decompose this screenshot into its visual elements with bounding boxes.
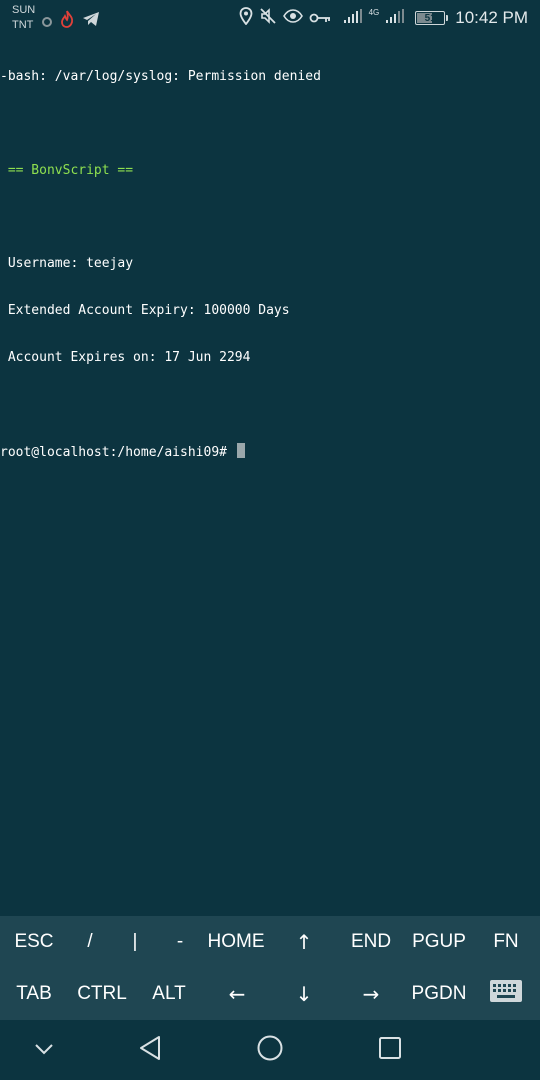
extra-keys-row-2: TAB CTRL ALT ← ↓ → PGDN xyxy=(0,968,540,1020)
arrow-up-key[interactable]: ↑ xyxy=(270,916,338,968)
chevron-down-icon xyxy=(33,1041,55,1060)
nav-home-button[interactable] xyxy=(230,1020,310,1080)
text-cursor xyxy=(236,443,245,459)
signal-icon xyxy=(343,8,363,28)
network-type-label: 4G xyxy=(368,8,380,17)
arrow-right-key[interactable]: → xyxy=(337,968,405,1020)
nav-back-button[interactable] xyxy=(110,1020,190,1080)
end-key[interactable]: END xyxy=(337,916,405,968)
sync-dot-icon xyxy=(42,12,52,31)
terminal-line: -bash: /var/log/syslog: Permission denie… xyxy=(0,69,321,85)
battery-level: 51 xyxy=(424,12,436,24)
shell-prompt: root@localhost:/home/aishi09# xyxy=(0,445,235,461)
carrier-line-2: TNT xyxy=(12,19,34,31)
expiry-days-line: Extended Account Expiry: 100000 Days xyxy=(0,303,290,319)
pgup-key[interactable]: PGUP xyxy=(405,916,473,968)
banner-title: == BonvScript == xyxy=(0,162,134,178)
notification-icons xyxy=(42,10,100,32)
ctrl-key[interactable]: CTRL xyxy=(68,968,136,1020)
tab-key[interactable]: TAB xyxy=(0,968,68,1020)
arrow-left-key[interactable]: ← xyxy=(203,968,271,1020)
flame-app-icon xyxy=(60,10,74,32)
arrow-down-key[interactable]: ↓ xyxy=(270,968,338,1020)
signal-icon-2 xyxy=(385,8,405,28)
eye-icon xyxy=(282,8,303,28)
username-line: Username: teejay xyxy=(0,256,134,272)
prompt-line[interactable]: root@localhost:/home/aishi09# xyxy=(0,443,540,461)
battery-icon: 51 xyxy=(415,11,449,25)
clock: 10:42 PM xyxy=(455,8,528,27)
location-icon xyxy=(239,7,253,29)
mute-icon xyxy=(259,7,277,29)
extra-keys-row-1: ESC / | - HOME ↑ END PGUP FN xyxy=(0,916,540,968)
nav-recents-button[interactable] xyxy=(350,1020,430,1080)
terminal-output[interactable]: -bash: /var/log/syslog: Permission denie… xyxy=(0,38,540,490)
expiry-date-line: Account Expires on: 17 Jun 2294 xyxy=(0,349,251,365)
extra-keys-bar: ESC / | - HOME ↑ END PGUP FN TAB CTRL AL… xyxy=(0,916,540,1020)
status-bar: SUN TNT 4G 51 10:42 PM xyxy=(0,0,540,36)
pgdn-key[interactable]: PGDN xyxy=(405,968,473,1020)
back-triangle-icon xyxy=(137,1034,163,1066)
keyboard-toggle-key[interactable] xyxy=(472,968,540,1020)
home-key[interactable]: HOME xyxy=(198,916,274,968)
carrier-line-1: SUN xyxy=(12,4,36,16)
recents-square-icon xyxy=(378,1036,402,1064)
termux-screen: SUN TNT 4G 51 10:42 PM -bash: /var/log/s… xyxy=(0,0,540,1080)
telegram-icon xyxy=(82,11,100,31)
keyboard-icon xyxy=(489,979,523,1009)
carrier-label: SUN TNT xyxy=(12,3,35,33)
status-right: 4G 51 10:42 PM xyxy=(239,7,528,29)
alt-key[interactable]: ALT xyxy=(135,968,203,1020)
vpn-key-icon xyxy=(309,9,331,28)
fn-key[interactable]: FN xyxy=(472,916,540,968)
home-circle-icon xyxy=(256,1034,284,1066)
nav-collapse-button[interactable] xyxy=(4,1020,84,1080)
navigation-bar xyxy=(0,1020,540,1080)
